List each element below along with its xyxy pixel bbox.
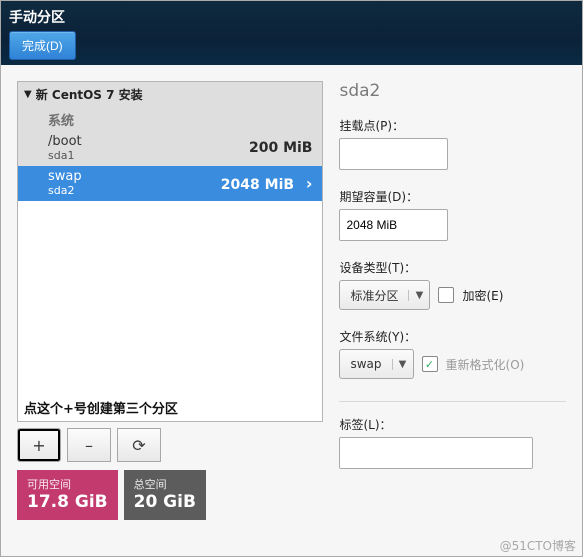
devtype-select[interactable]: 标准分区 ▼ (339, 280, 430, 310)
mountpoint-label: 挂载点(P)： (339, 117, 566, 134)
partition-row-boot[interactable]: /boot sda1 200 MiB (18, 131, 322, 166)
capacity-label: 期望容量(D)： (339, 188, 566, 205)
annotation-text: 点这个+号创建第三个分区 (18, 394, 322, 421)
devtype-label: 设备类型(T)： (339, 259, 566, 276)
capacity-input[interactable] (339, 209, 448, 241)
total-space-box: 总空间 20 GiB (124, 470, 206, 520)
mount-label: swap (48, 169, 82, 184)
collapse-triangle-icon[interactable]: ▼ (24, 89, 32, 100)
main-area: ▼ 新 CentOS 7 安装 系统 /boot sda1 200 MiB sw… (1, 65, 582, 536)
add-partition-button[interactable]: + (17, 428, 61, 462)
total-space-label: 总空间 (134, 476, 196, 492)
available-space-label: 可用空间 (27, 476, 108, 492)
available-space-value: 17.8 GiB (27, 492, 108, 512)
encrypt-checkbox[interactable] (438, 287, 454, 303)
size-label: 2048 MiB (221, 177, 294, 193)
divider (339, 401, 566, 402)
space-summary: 可用空间 17.8 GiB 总空间 20 GiB (17, 470, 323, 520)
watermark: @51CTO博客 (500, 537, 576, 554)
left-pane: ▼ 新 CentOS 7 安装 系统 /boot sda1 200 MiB sw… (17, 81, 323, 520)
title-bar: 手动分区 完成(D) (1, 1, 582, 65)
filesystem-label: 文件系统(Y)： (339, 328, 566, 345)
partition-toolbar: + – ⟳ (17, 428, 323, 462)
page-title: 手动分区 (9, 7, 574, 27)
device-label: sda2 (48, 184, 82, 197)
total-space-value: 20 GiB (134, 492, 196, 512)
available-space-box: 可用空间 17.8 GiB (17, 470, 118, 520)
right-pane: sda2 挂载点(P)： 期望容量(D)： 设备类型(T)： 标准分区 ▼ 加密… (339, 81, 566, 520)
device-heading: sda2 (339, 81, 566, 101)
partition-row-swap[interactable]: swap sda2 2048 MiB › (18, 166, 322, 201)
filesystem-value: swap (340, 357, 391, 371)
tag-input[interactable] (339, 437, 533, 469)
install-heading-row[interactable]: ▼ 新 CentOS 7 安装 (18, 82, 322, 106)
tree-empty-area (18, 201, 322, 394)
chevron-right-icon: › (306, 174, 313, 193)
reformat-label: 重新格式化(O) (446, 356, 525, 373)
filesystem-select[interactable]: swap ▼ (339, 349, 413, 379)
chevron-down-icon: ▼ (392, 359, 413, 370)
device-label: sda1 (48, 149, 82, 162)
refresh-button[interactable]: ⟳ (117, 428, 161, 462)
encrypt-label: 加密(E) (462, 287, 503, 304)
done-button[interactable]: 完成(D) (9, 31, 76, 60)
reformat-checkbox[interactable] (422, 356, 438, 372)
size-label: 200 MiB (249, 140, 313, 156)
devtype-value: 标准分区 (340, 287, 408, 304)
partition-tree: ▼ 新 CentOS 7 安装 系统 /boot sda1 200 MiB sw… (17, 81, 323, 422)
mount-label: /boot (48, 134, 82, 149)
remove-partition-button[interactable]: – (67, 428, 111, 462)
group-system: 系统 (18, 106, 322, 131)
install-heading: 新 CentOS 7 安装 (36, 86, 143, 103)
chevron-down-icon: ▼ (408, 290, 429, 301)
mountpoint-input[interactable] (339, 138, 448, 170)
tag-label: 标签(L)： (339, 416, 566, 433)
